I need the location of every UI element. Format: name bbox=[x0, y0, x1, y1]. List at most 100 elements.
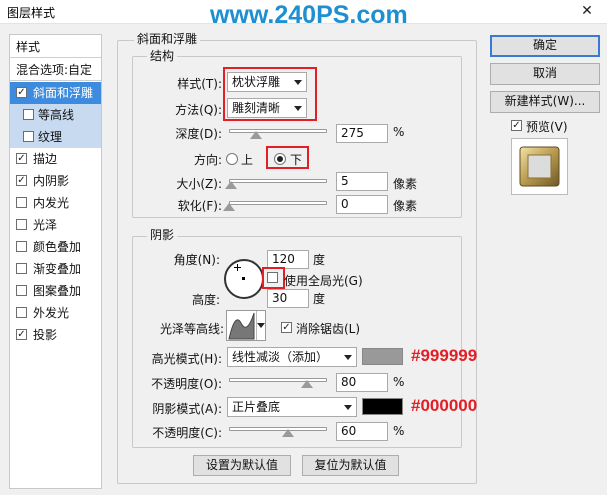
style-dropdown[interactable]: 枕状浮雕 bbox=[227, 72, 307, 92]
altitude-label: 高度: bbox=[191, 293, 220, 307]
style-list-label: 纹理 bbox=[38, 130, 63, 144]
shadow-mode-dropdown[interactable]: 正片叠底 bbox=[227, 397, 357, 417]
style-checkbox[interactable] bbox=[16, 241, 27, 252]
soften-label: 软化(F): bbox=[177, 199, 222, 213]
style-list-item[interactable]: 光泽 bbox=[10, 214, 101, 236]
style-list-item[interactable]: 等高线 bbox=[10, 104, 101, 126]
highlight-mode-dropdown[interactable]: 线性减淡（添加） bbox=[227, 347, 357, 367]
style-list-label: 投影 bbox=[33, 328, 58, 342]
shading-title: 阴影 bbox=[147, 228, 178, 242]
chevron-down-icon bbox=[257, 323, 265, 328]
technique-label: 方法(Q): bbox=[175, 103, 222, 117]
highlight-opacity-input[interactable]: 80 bbox=[336, 373, 388, 392]
shadow-color-annotation: #000000 bbox=[411, 396, 478, 415]
style-checkbox[interactable] bbox=[16, 307, 27, 318]
shadow-opacity-unit: % bbox=[393, 424, 405, 438]
soften-input[interactable]: 0 bbox=[336, 195, 388, 214]
size-slider[interactable] bbox=[229, 179, 327, 183]
style-checkbox[interactable] bbox=[16, 263, 27, 274]
style-list-item[interactable]: ✓ 斜面和浮雕 bbox=[10, 82, 101, 104]
style-label: 样式(T): bbox=[177, 77, 222, 91]
highlight-opacity-unit: % bbox=[393, 375, 405, 389]
style-list-label: 外发光 bbox=[33, 306, 70, 320]
style-value: 枕状浮雕 bbox=[232, 75, 281, 89]
chevron-down-icon bbox=[344, 355, 352, 360]
highlight-color-swatch[interactable] bbox=[362, 348, 403, 365]
angle-dial-center bbox=[242, 277, 245, 280]
style-list-item[interactable]: ✓ 描边 bbox=[10, 148, 101, 170]
style-checkbox[interactable] bbox=[23, 131, 34, 142]
technique-dropdown[interactable]: 雕刻清晰 bbox=[227, 98, 307, 118]
style-list-item[interactable]: ✓ 内阴影 bbox=[10, 170, 101, 192]
cancel-button[interactable]: 取消 bbox=[490, 63, 600, 85]
depth-unit: % bbox=[393, 125, 405, 139]
angle-unit: 度 bbox=[313, 253, 326, 267]
direction-down-radio[interactable] bbox=[274, 153, 286, 165]
direction-up-radio[interactable] bbox=[226, 153, 238, 165]
style-checkbox[interactable] bbox=[16, 219, 27, 230]
angle-dial[interactable] bbox=[224, 259, 264, 299]
contour-dropdown-arrow[interactable] bbox=[256, 311, 266, 340]
structure-title: 结构 bbox=[147, 49, 178, 63]
gloss-contour-picker[interactable] bbox=[226, 310, 266, 341]
direction-down-highlight bbox=[266, 146, 309, 169]
chevron-down-icon bbox=[344, 405, 352, 410]
chevron-down-icon bbox=[294, 80, 302, 85]
style-list-item[interactable]: 样式 bbox=[10, 36, 101, 58]
style-list-item[interactable]: 混合选项:自定 bbox=[10, 59, 101, 81]
style-list-item[interactable]: 外发光 bbox=[10, 302, 101, 324]
close-button[interactable]: ✕ bbox=[577, 3, 597, 19]
style-checkbox[interactable]: ✓ bbox=[16, 153, 27, 164]
size-input[interactable]: 5 bbox=[336, 172, 388, 191]
global-light-label: 使用全局光(G) bbox=[284, 274, 363, 288]
style-list-label: 斜面和浮雕 bbox=[33, 86, 94, 100]
depth-slider[interactable] bbox=[229, 129, 327, 133]
chevron-down-icon bbox=[294, 106, 302, 111]
shadow-opacity-slider[interactable] bbox=[229, 427, 327, 431]
soften-slider[interactable] bbox=[229, 201, 327, 205]
shadow-opacity-input[interactable]: 60 bbox=[336, 422, 388, 441]
soften-slider-thumb[interactable] bbox=[223, 203, 235, 211]
style-checkbox[interactable]: ✓ bbox=[16, 175, 27, 186]
size-label: 大小(Z): bbox=[176, 177, 222, 191]
style-list-label: 颜色叠加 bbox=[33, 240, 82, 254]
new-style-button[interactable]: 新建样式(W)... bbox=[490, 91, 600, 113]
make-default-button[interactable]: 设置为默认值 bbox=[193, 455, 291, 476]
style-list-label: 渐变叠加 bbox=[33, 262, 82, 276]
direction-label: 方向: bbox=[193, 153, 222, 167]
soften-unit: 像素 bbox=[393, 199, 418, 213]
style-checkbox[interactable]: ✓ bbox=[16, 87, 27, 98]
style-list-item[interactable]: 图案叠加 bbox=[10, 280, 101, 302]
global-light-checkbox[interactable] bbox=[267, 272, 278, 283]
reset-default-button[interactable]: 复位为默认值 bbox=[302, 455, 399, 476]
altitude-input[interactable]: 30 bbox=[267, 289, 309, 308]
shadow-color-swatch[interactable] bbox=[362, 398, 403, 415]
style-checkbox[interactable] bbox=[16, 197, 27, 208]
antialias-checkbox[interactable]: ✓ bbox=[281, 322, 292, 333]
style-list-item[interactable]: ✓ 投影 bbox=[10, 324, 101, 346]
style-checkbox[interactable] bbox=[23, 109, 34, 120]
watermark: www.240PS.com bbox=[210, 1, 408, 29]
highlight-opacity-slider-thumb[interactable] bbox=[301, 380, 314, 388]
window-title: 图层样式 bbox=[7, 6, 56, 20]
style-list-item[interactable]: 纹理 bbox=[10, 126, 101, 148]
ok-button[interactable]: 确定 bbox=[490, 35, 600, 57]
style-checkbox[interactable]: ✓ bbox=[16, 329, 27, 340]
style-list-label: 描边 bbox=[33, 152, 58, 166]
style-list-item[interactable]: 内发光 bbox=[10, 192, 101, 214]
shadow-opacity-label: 不透明度(C): bbox=[152, 426, 222, 440]
depth-slider-thumb[interactable] bbox=[249, 131, 262, 139]
style-checkbox[interactable] bbox=[16, 285, 27, 296]
style-list-item[interactable]: 渐变叠加 bbox=[10, 258, 101, 280]
shadow-opacity-slider-thumb[interactable] bbox=[281, 429, 294, 437]
antialias-label: 消除锯齿(L) bbox=[296, 322, 361, 336]
styles-list-panel: 样式 混合选项:自定 ✓ 斜面和浮雕等高线纹理 ✓ 描边 ✓ 内阴影 内发光光泽颜色叠加渐变叠加… bbox=[9, 34, 102, 489]
technique-value: 雕刻清晰 bbox=[232, 101, 281, 115]
style-list-item[interactable]: 颜色叠加 bbox=[10, 236, 101, 258]
preview-checkbox[interactable]: ✓ bbox=[511, 120, 522, 131]
contour-curve-icon bbox=[228, 312, 255, 340]
depth-input[interactable]: 275 bbox=[336, 124, 388, 143]
style-list-label: 光泽 bbox=[33, 218, 58, 232]
size-slider-thumb[interactable] bbox=[224, 181, 237, 189]
highlight-mode-label: 高光模式(H): bbox=[151, 352, 222, 366]
